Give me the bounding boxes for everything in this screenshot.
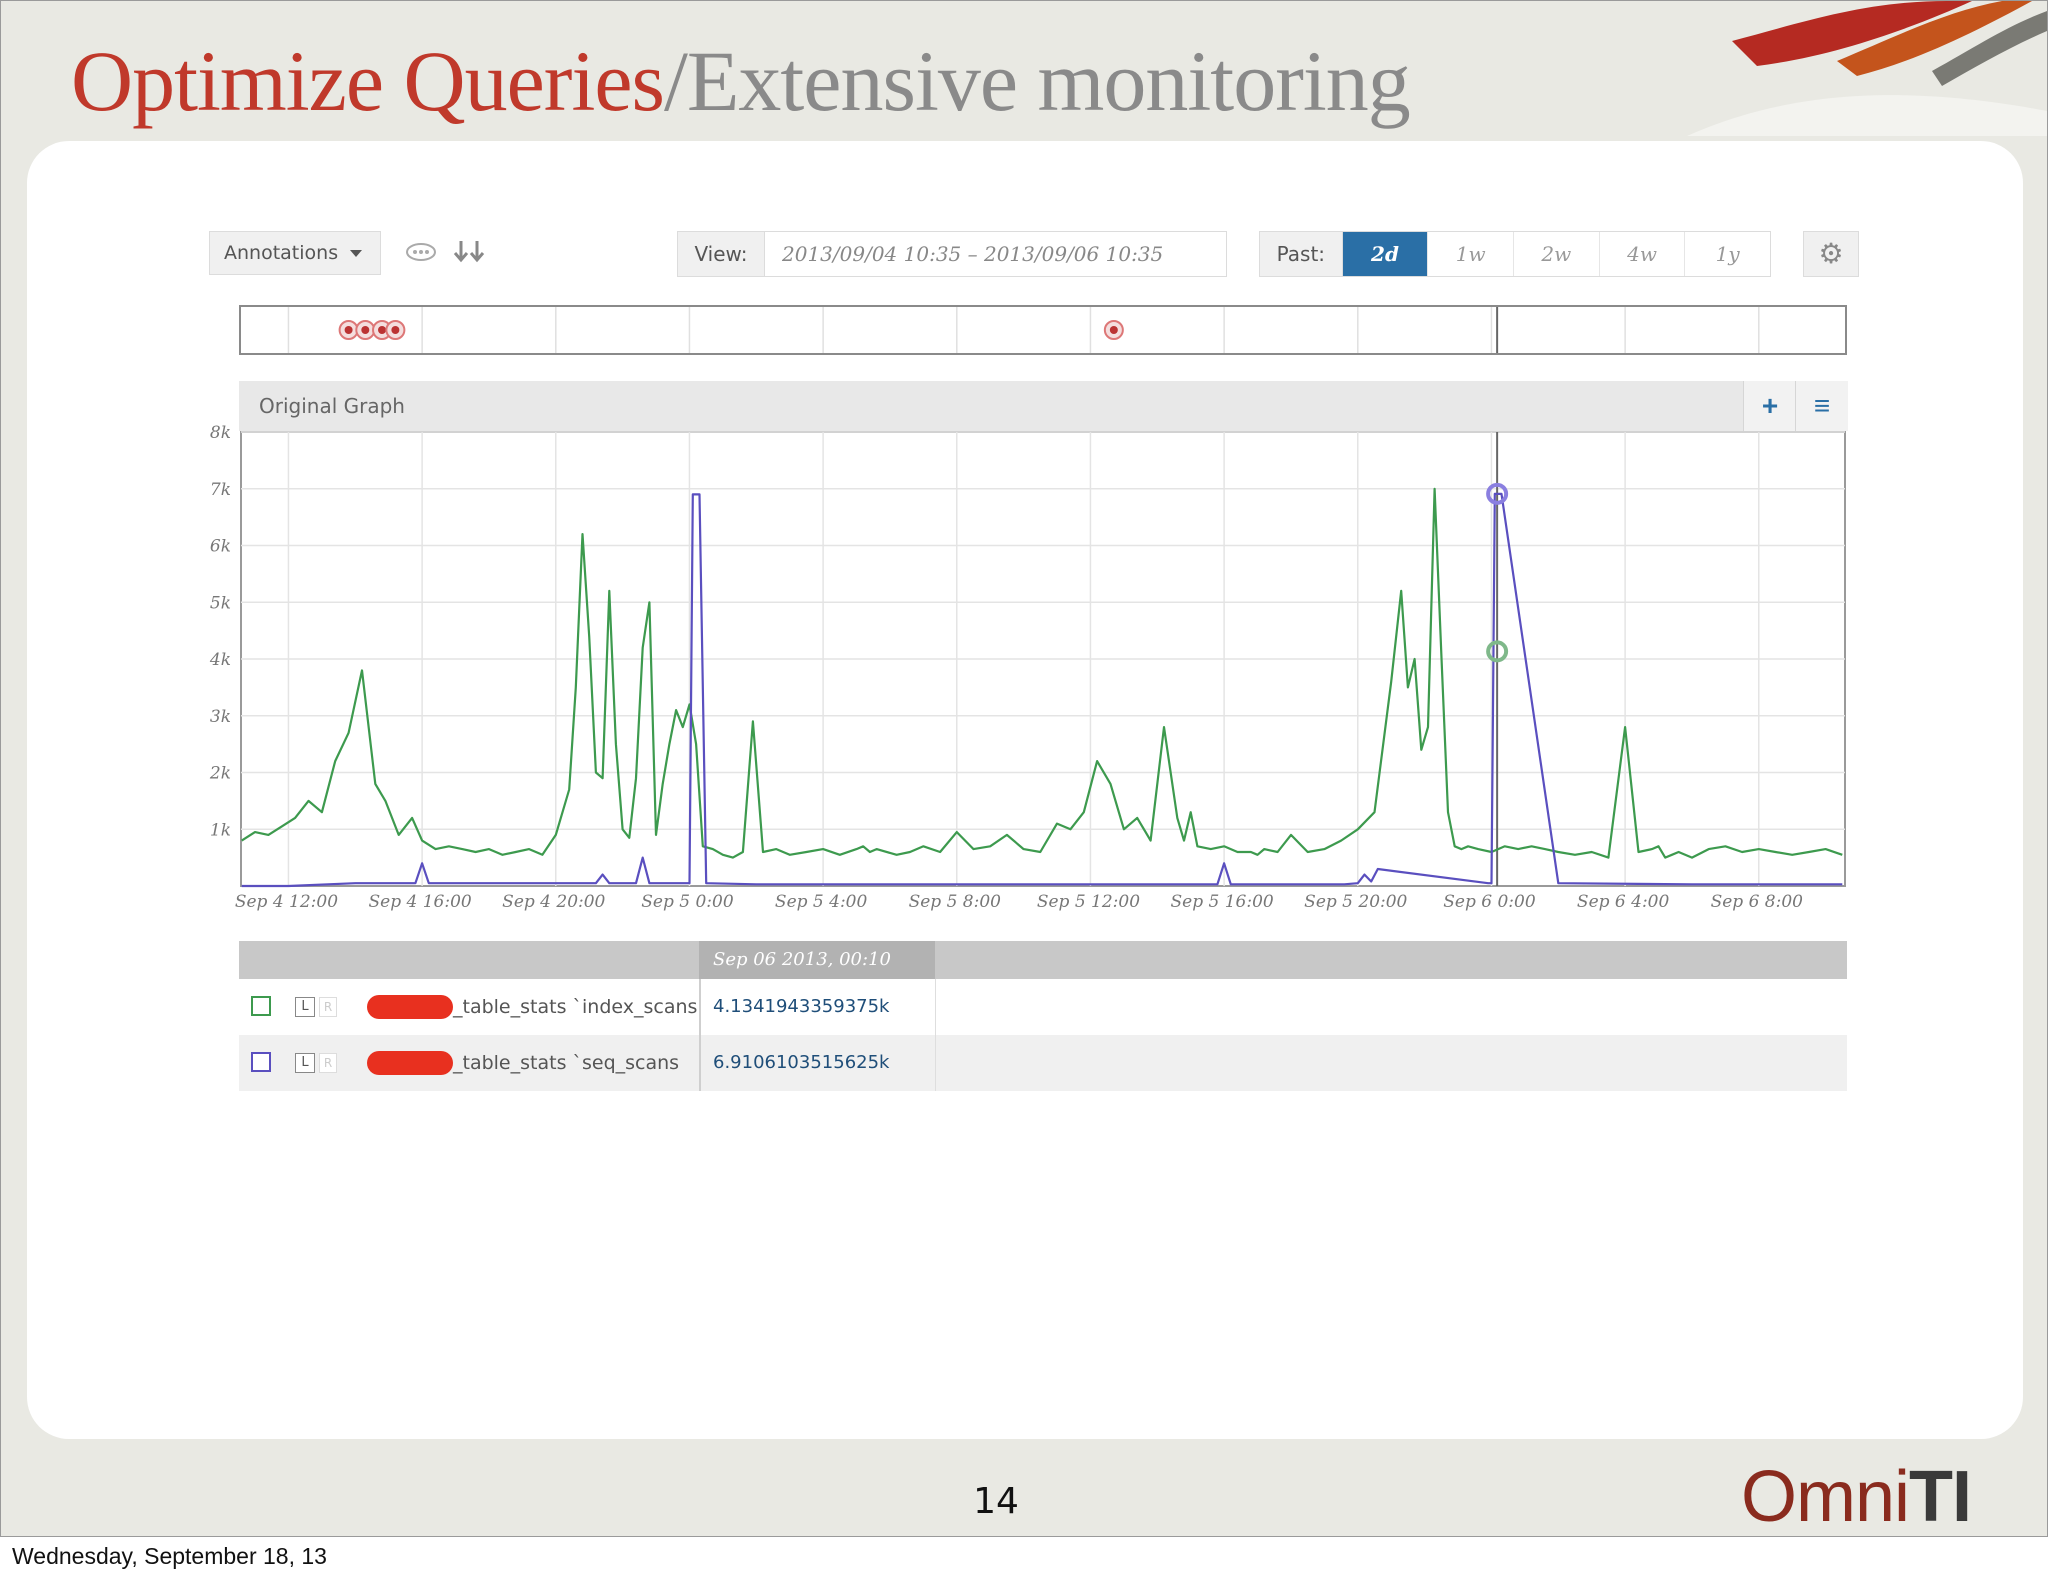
metric-value: 6.9106103515625k	[713, 1052, 890, 1073]
metric-value: 4.1341943359375k	[713, 996, 890, 1017]
legend-row-seq-scans: L R _table_stats `seq_scans 6.9106103515…	[239, 1035, 1847, 1091]
footer-date: Wednesday, September 18, 13	[12, 1543, 327, 1569]
x-tick-label: Sep 5 0:00	[641, 892, 734, 912]
y-tick-label: 7k	[210, 480, 231, 500]
y-tick-label: 6k	[210, 537, 231, 557]
redaction-mark	[367, 1051, 453, 1075]
page-number: 14	[973, 1481, 1019, 1522]
series-visibility-checkbox[interactable]	[251, 996, 271, 1016]
x-tick-label: Sep 4 12:00	[235, 892, 338, 912]
right-axis-button[interactable]: R	[319, 997, 337, 1017]
series-visibility-checkbox[interactable]	[251, 1052, 271, 1072]
logo-suffix: TI	[1909, 1457, 1972, 1537]
divider	[935, 1035, 936, 1091]
legend-header: Sep 06 2013, 00:10	[239, 941, 1847, 979]
metrics-chart[interactable]: 8k 7k 6k 5k 4k 3k 2k 1k Sep 4 12:00 Sep 4 16:00 Se…	[1, 1, 2047, 1536]
x-tick-label: Sep 5 20:00	[1304, 892, 1407, 912]
logo-prefix: Omni	[1741, 1457, 1910, 1537]
y-tick-label: 3k	[210, 707, 231, 727]
metric-name: _table_stats `seq_scans	[453, 1052, 680, 1074]
divider	[699, 979, 701, 1035]
annotation-marker-dot	[391, 326, 400, 334]
y-tick-label: 8k	[210, 423, 231, 443]
redaction-mark	[367, 995, 453, 1019]
right-axis-button[interactable]: R	[319, 1053, 337, 1073]
omniti-logo: OmniTI	[1741, 1456, 1972, 1537]
annotation-marker-dot	[1109, 326, 1118, 334]
x-tick-label: Sep 6 0:00	[1443, 892, 1536, 912]
annotation-marker-dot	[344, 326, 353, 334]
x-tick-label: Sep 5 16:00	[1171, 892, 1274, 912]
x-tick-label: Sep 4 16:00	[369, 892, 472, 912]
x-tick-label: Sep 6 4:00	[1577, 892, 1670, 912]
y-tick-label: 2k	[209, 764, 231, 784]
slide: Optimize Queries/Extensive monitoring An…	[0, 0, 2048, 1537]
annotation-marker-dot	[378, 326, 387, 334]
x-tick-label: Sep 6 8:00	[1711, 892, 1804, 912]
divider	[935, 979, 936, 1035]
x-tick-label: Sep 5 4:00	[775, 892, 868, 912]
annotation-marker-dot	[361, 326, 370, 334]
metric-name: _table_stats `index_scans	[453, 996, 698, 1018]
x-tick-label: Sep 5 12:00	[1037, 892, 1140, 912]
legend-row-index-scans: L R _table_stats `index_scans 4.13419433…	[239, 979, 1847, 1035]
left-axis-button[interactable]: L	[295, 997, 315, 1017]
hover-date: Sep 06 2013, 00:10	[699, 941, 935, 979]
y-tick-label: 1k	[210, 820, 231, 840]
legend-table: Sep 06 2013, 00:10 L R _table_stats `ind…	[239, 941, 1847, 1091]
y-tick-label: 5k	[210, 593, 231, 613]
x-tick-label: Sep 5 8:00	[909, 892, 1002, 912]
divider	[699, 1035, 701, 1091]
left-axis-button[interactable]: L	[295, 1053, 315, 1073]
y-tick-label: 4k	[209, 650, 231, 670]
x-tick-label: Sep 4 20:00	[502, 892, 605, 912]
